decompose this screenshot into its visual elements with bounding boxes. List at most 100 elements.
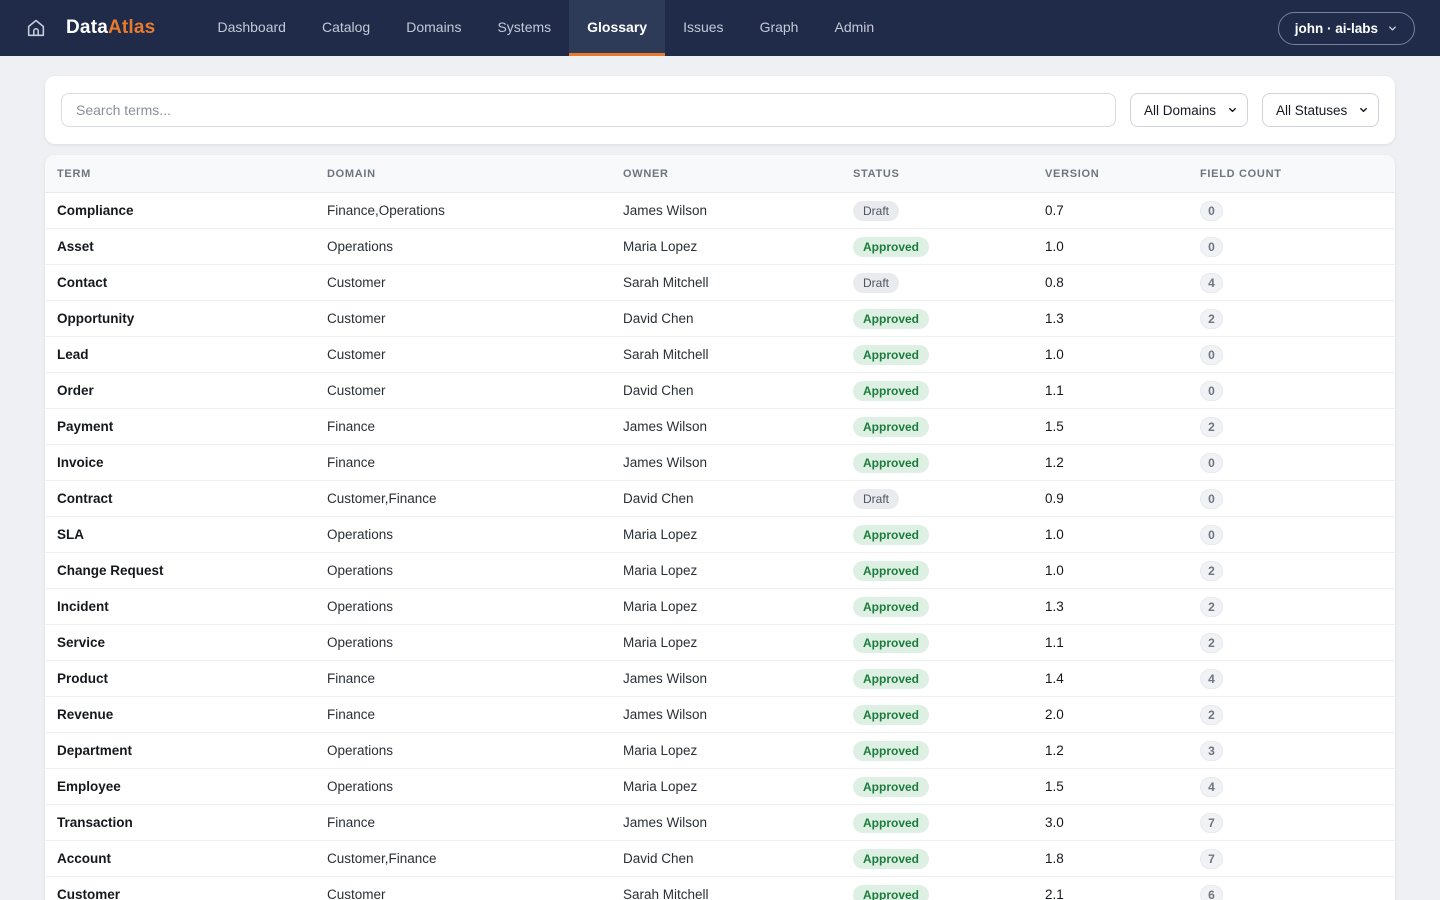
status-cell: Approved: [841, 625, 1033, 661]
status-badge: Approved: [853, 669, 929, 689]
status-badge: Approved: [853, 705, 929, 725]
table-row[interactable]: Change RequestOperationsMaria LopezAppro…: [45, 553, 1395, 589]
term-cell: Contract: [45, 481, 315, 517]
nav-item-catalog[interactable]: Catalog: [304, 0, 388, 56]
column-header-status: STATUS: [841, 155, 1033, 193]
nav-item-graph[interactable]: Graph: [742, 0, 817, 56]
version-cell: 1.3: [1033, 589, 1188, 625]
version-cell: 1.5: [1033, 769, 1188, 805]
table-row[interactable]: DepartmentOperationsMaria LopezApproved1…: [45, 733, 1395, 769]
field-count-cell: 2: [1188, 301, 1395, 337]
owner-cell: James Wilson: [611, 193, 841, 229]
status-cell: Approved: [841, 805, 1033, 841]
table-row[interactable]: SLAOperationsMaria LopezApproved1.00: [45, 517, 1395, 553]
nav-item-issues[interactable]: Issues: [665, 0, 741, 56]
field-count-cell: 7: [1188, 805, 1395, 841]
status-filter: All Statuses: [1262, 93, 1379, 127]
table-row[interactable]: LeadCustomerSarah MitchellApproved1.00: [45, 337, 1395, 373]
status-filter-select[interactable]: All Statuses: [1262, 93, 1379, 127]
table-row[interactable]: TransactionFinanceJames WilsonApproved3.…: [45, 805, 1395, 841]
status-cell: Approved: [841, 229, 1033, 265]
user-menu-button[interactable]: john · ai-labs: [1278, 12, 1415, 45]
nav-item-dashboard[interactable]: Dashboard: [199, 0, 304, 56]
version-cell: 1.5: [1033, 409, 1188, 445]
status-cell: Approved: [841, 733, 1033, 769]
table-row[interactable]: InvoiceFinanceJames WilsonApproved1.20: [45, 445, 1395, 481]
nav-item-glossary[interactable]: Glossary: [569, 0, 665, 56]
status-badge: Approved: [853, 561, 929, 581]
table-row[interactable]: PaymentFinanceJames WilsonApproved1.52: [45, 409, 1395, 445]
home-icon[interactable]: [25, 0, 47, 56]
brand-logo[interactable]: DataAtlas: [66, 0, 155, 56]
status-badge: Approved: [853, 885, 929, 900]
term-cell: Incident: [45, 589, 315, 625]
user-menu-label: john · ai-labs: [1295, 21, 1378, 36]
term-cell: Account: [45, 841, 315, 877]
domain-cell: Customer: [315, 877, 611, 900]
field-count-cell: 0: [1188, 445, 1395, 481]
owner-cell: James Wilson: [611, 805, 841, 841]
status-badge: Draft: [853, 489, 899, 509]
table-row[interactable]: ServiceOperationsMaria LopezApproved1.12: [45, 625, 1395, 661]
term-cell: Order: [45, 373, 315, 409]
status-badge: Approved: [853, 453, 929, 473]
version-cell: 0.8: [1033, 265, 1188, 301]
table-row[interactable]: AssetOperationsMaria LopezApproved1.00: [45, 229, 1395, 265]
table-row[interactable]: ProductFinanceJames WilsonApproved1.44: [45, 661, 1395, 697]
nav-item-domains[interactable]: Domains: [388, 0, 479, 56]
column-header-domain: DOMAIN: [315, 155, 611, 193]
term-cell: Contact: [45, 265, 315, 301]
term-cell: Employee: [45, 769, 315, 805]
term-cell: Product: [45, 661, 315, 697]
table-row[interactable]: ComplianceFinance,OperationsJames Wilson…: [45, 193, 1395, 229]
domain-filter-select[interactable]: All Domains: [1130, 93, 1248, 127]
field-count-cell: 4: [1188, 769, 1395, 805]
domain-cell: Operations: [315, 625, 611, 661]
domain-cell: Customer: [315, 373, 611, 409]
status-badge: Approved: [853, 741, 929, 761]
field-count-badge: 2: [1200, 597, 1223, 617]
table-header-row: TERMDOMAINOWNERSTATUSVERSIONFIELD COUNT: [45, 155, 1395, 193]
table-row[interactable]: RevenueFinanceJames WilsonApproved2.02: [45, 697, 1395, 733]
owner-cell: David Chen: [611, 373, 841, 409]
table-row[interactable]: OrderCustomerDavid ChenApproved1.10: [45, 373, 1395, 409]
nav-item-admin[interactable]: Admin: [816, 0, 892, 56]
field-count-cell: 4: [1188, 265, 1395, 301]
table-row[interactable]: ContractCustomer,FinanceDavid ChenDraft0…: [45, 481, 1395, 517]
owner-cell: David Chen: [611, 841, 841, 877]
term-cell: Change Request: [45, 553, 315, 589]
term-cell: Opportunity: [45, 301, 315, 337]
domain-cell: Finance,Operations: [315, 193, 611, 229]
owner-cell: Maria Lopez: [611, 733, 841, 769]
table-row[interactable]: IncidentOperationsMaria LopezApproved1.3…: [45, 589, 1395, 625]
status-cell: Approved: [841, 553, 1033, 589]
nav-item-systems[interactable]: Systems: [479, 0, 569, 56]
status-badge: Approved: [853, 525, 929, 545]
brand-part-atlas: Atlas: [108, 17, 155, 39]
field-count-cell: 7: [1188, 841, 1395, 877]
table-row[interactable]: ContactCustomerSarah MitchellDraft0.84: [45, 265, 1395, 301]
domain-cell: Operations: [315, 589, 611, 625]
table-row[interactable]: CustomerCustomerSarah MitchellApproved2.…: [45, 877, 1395, 900]
version-cell: 1.1: [1033, 625, 1188, 661]
table-row[interactable]: AccountCustomer,FinanceDavid ChenApprove…: [45, 841, 1395, 877]
owner-cell: Sarah Mitchell: [611, 337, 841, 373]
field-count-badge: 3: [1200, 741, 1223, 761]
field-count-badge: 0: [1200, 525, 1223, 545]
field-count-badge: 0: [1200, 345, 1223, 365]
field-count-badge: 2: [1200, 705, 1223, 725]
search-input[interactable]: [61, 93, 1116, 127]
version-cell: 1.8: [1033, 841, 1188, 877]
status-cell: Approved: [841, 769, 1033, 805]
status-badge: Approved: [853, 345, 929, 365]
status-cell: Approved: [841, 517, 1033, 553]
domain-cell: Customer: [315, 265, 611, 301]
version-cell: 0.7: [1033, 193, 1188, 229]
owner-cell: Maria Lopez: [611, 517, 841, 553]
field-count-cell: 2: [1188, 697, 1395, 733]
table-row[interactable]: OpportunityCustomerDavid ChenApproved1.3…: [45, 301, 1395, 337]
table-row[interactable]: EmployeeOperationsMaria LopezApproved1.5…: [45, 769, 1395, 805]
domain-cell: Customer: [315, 337, 611, 373]
status-cell: Approved: [841, 841, 1033, 877]
term-cell: Service: [45, 625, 315, 661]
